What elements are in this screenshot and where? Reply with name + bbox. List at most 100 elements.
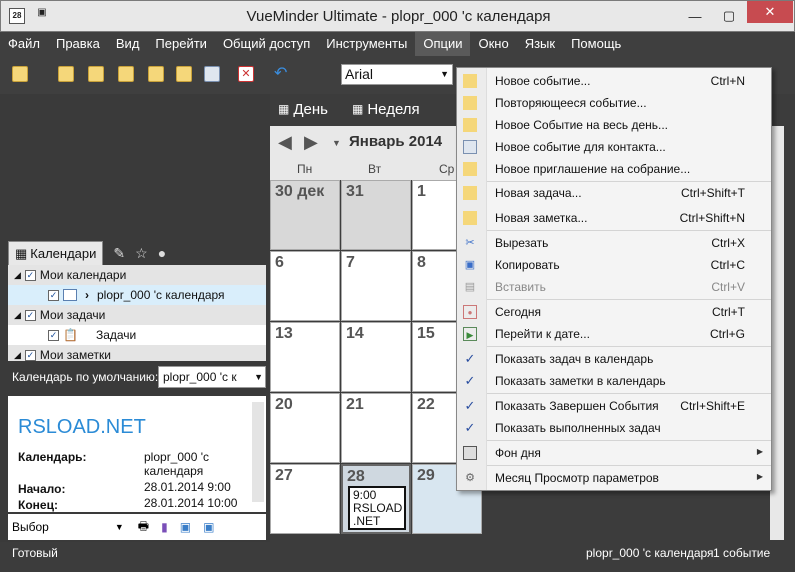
menu-item-cut[interactable]: ✂ Вырезать Ctrl+X	[457, 232, 771, 254]
close-button[interactable]: ✕	[747, 1, 793, 23]
globe-icon[interactable]: ●	[158, 245, 166, 261]
menu-item-new-event[interactable]: Новое событие... Ctrl+N	[457, 70, 771, 92]
settings-icon: ⚙	[465, 472, 475, 484]
select-dropdown[interactable]: Выбор	[12, 520, 49, 534]
task-toolbar-icon[interactable]	[118, 66, 134, 82]
day-cell[interactable]: 21	[341, 393, 411, 463]
menu-file[interactable]: Файл	[0, 32, 48, 56]
tree-group-notes[interactable]: ◢ ✓ Мои заметки	[8, 345, 266, 361]
menu-item-new-task[interactable]: Новая задача... Ctrl+Shift+T	[457, 182, 771, 204]
new-note-icon	[463, 211, 477, 225]
font-select[interactable]: Arial ▼	[341, 64, 453, 85]
recurring-event-icon	[463, 96, 477, 110]
today-icon: ●	[463, 305, 477, 319]
print-icon[interactable]: 🖶	[138, 517, 149, 538]
tab-week[interactable]: ▦ Неделя	[346, 96, 426, 122]
menu-sharing[interactable]: Общий доступ	[215, 32, 318, 56]
contact-toolbar-icon[interactable]	[176, 66, 192, 82]
calendar-scrollbar[interactable]	[770, 126, 784, 540]
menu-item-go-to-date[interactable]: ▶ Перейти к дате... Ctrl+G	[457, 323, 771, 345]
next-arrow-icon[interactable]: ▶	[304, 132, 318, 153]
tab-day[interactable]: ▦ День	[272, 96, 334, 122]
menu-item-today[interactable]: ● Сегодня Ctrl+T	[457, 301, 771, 323]
copy-icon[interactable]: ▣	[180, 520, 191, 534]
menu-view[interactable]: Вид	[108, 32, 148, 56]
day-cell[interactable]: 6	[270, 251, 340, 321]
menu-item-show-completed-events[interactable]: ✓ Показать Завершен События Ctrl+Shift+E	[457, 395, 771, 417]
day-cell[interactable]: 14	[341, 322, 411, 392]
delete-toolbar-icon[interactable]: ✕	[238, 66, 254, 82]
undo-toolbar-icon[interactable]: ↶	[274, 66, 290, 82]
menu-edit[interactable]: Правка	[48, 32, 108, 56]
menu-help[interactable]: Помощь	[563, 32, 629, 56]
menu-item-all-day[interactable]: Новое Событие на весь день...	[457, 114, 771, 136]
start-value: 28.01.2014 9:00	[144, 480, 231, 494]
meeting-invite-icon	[463, 162, 477, 176]
checkbox[interactable]: ✓	[24, 269, 36, 281]
menu-item-new-note[interactable]: Новая заметка... Ctrl+Shift+N	[457, 207, 771, 229]
minimize-button[interactable]: —	[678, 5, 712, 27]
menu-language[interactable]: Язык	[517, 32, 563, 56]
star-icon[interactable]: ☆	[135, 245, 148, 262]
paste-icon[interactable]: ▣	[203, 520, 214, 534]
tree-item-calendar[interactable]: ✓ › plopr_000 'с календаря	[8, 285, 266, 305]
menu-item-copy[interactable]: ▣ Копировать Ctrl+C	[457, 254, 771, 276]
tab-calendars[interactable]: ▦ Календари	[8, 241, 104, 265]
menu-item-show-completed-tasks[interactable]: ✓ Показать выполненных задач	[457, 417, 771, 439]
menu-item-meeting[interactable]: Новое приглашение на собрание...	[457, 158, 771, 180]
calendar-tree: ◢ ✓ Мои календари ✓ › plopr_000 'с календаря…	[8, 265, 266, 361]
checkbox[interactable]: ✓	[24, 349, 36, 361]
tree-group-calendars[interactable]: ◢ ✓ Мои календари	[8, 265, 266, 285]
chevron-down-icon[interactable]: ▼	[115, 522, 124, 532]
task-icon: 📋	[63, 328, 78, 342]
check-icon: ✓	[464, 420, 476, 435]
calendar-event[interactable]: 9:00 RSLOAD .NET	[348, 486, 406, 530]
menu-tools[interactable]: Инструменты	[318, 32, 415, 56]
tree-group-tasks[interactable]: ◢ ✓ Мои задачи	[8, 305, 266, 325]
day-cell[interactable]: 20	[270, 393, 340, 463]
default-calendar-select[interactable]: plopr_000 'с к ▼	[158, 366, 266, 388]
checkbox[interactable]: ✓	[48, 329, 59, 341]
maximize-button[interactable]: ▢	[712, 5, 746, 27]
menu-item-month-view-settings[interactable]: ⚙ Месяц Просмотр параметров ▶	[457, 467, 771, 489]
menu-item-day-background[interactable]: Фон дня ▶	[457, 442, 771, 464]
all-day-toolbar-icon[interactable]	[88, 66, 104, 82]
menu-item-recurring[interactable]: Повторяющееся событие...	[457, 92, 771, 114]
details-scrollbar[interactable]	[252, 402, 264, 502]
meeting-toolbar-icon[interactable]	[204, 66, 220, 82]
tag-icon[interactable]: ✎	[113, 245, 125, 262]
status-count: 1 событие	[713, 546, 771, 560]
note-toolbar-icon[interactable]	[148, 66, 164, 82]
menu-options[interactable]: Опции	[415, 32, 471, 56]
day-cell[interactable]: 13	[270, 322, 340, 392]
new-event-toolbar-icon[interactable]	[12, 66, 28, 82]
recurring-toolbar-icon[interactable]	[58, 66, 74, 82]
check-icon: ✓	[464, 398, 476, 413]
check-icon: ✓	[464, 351, 476, 366]
status-bar: Готовый plopr_000 'с календаря 1 событие	[0, 542, 795, 572]
prev-arrow-icon[interactable]: ◀	[278, 132, 292, 153]
day-cell[interactable]: 30 дек	[270, 180, 340, 250]
chevron-down-icon[interactable]: ▼	[332, 138, 341, 148]
tree-item-tasks[interactable]: ✓ 📋 Задачи	[8, 325, 266, 345]
menu-item-paste[interactable]: ▤ Вставить Ctrl+V	[457, 276, 771, 298]
note-icon[interactable]: ▮	[161, 520, 168, 534]
day-cell-selected[interactable]: 28 9:00 RSLOAD .NET	[341, 464, 411, 534]
menu-separator	[487, 346, 771, 347]
day-cell[interactable]: 7	[341, 251, 411, 321]
menu-item-show-notes[interactable]: ✓ Показать заметки в календарь	[457, 370, 771, 392]
checkbox[interactable]: ✓	[48, 289, 59, 301]
options-dropdown: Новое событие... Ctrl+N Повторяющееся соб…	[456, 67, 772, 491]
day-cell[interactable]: 31	[341, 180, 411, 250]
menu-item-show-tasks[interactable]: ✓ Показать задач в календарь	[457, 348, 771, 370]
menu-separator	[487, 299, 771, 300]
arrow-icon: ›	[85, 288, 89, 302]
menu-item-contact[interactable]: Новое событие для контакта...	[457, 136, 771, 158]
menu-separator	[487, 393, 771, 394]
menu-window[interactable]: Окно	[470, 32, 516, 56]
menu-go[interactable]: Перейти	[147, 32, 215, 56]
day-cell[interactable]: 27	[270, 464, 340, 534]
checkbox[interactable]: ✓	[24, 309, 36, 321]
copy-icon: ▣	[464, 259, 476, 271]
calendar-label: Календарь:	[18, 450, 87, 464]
